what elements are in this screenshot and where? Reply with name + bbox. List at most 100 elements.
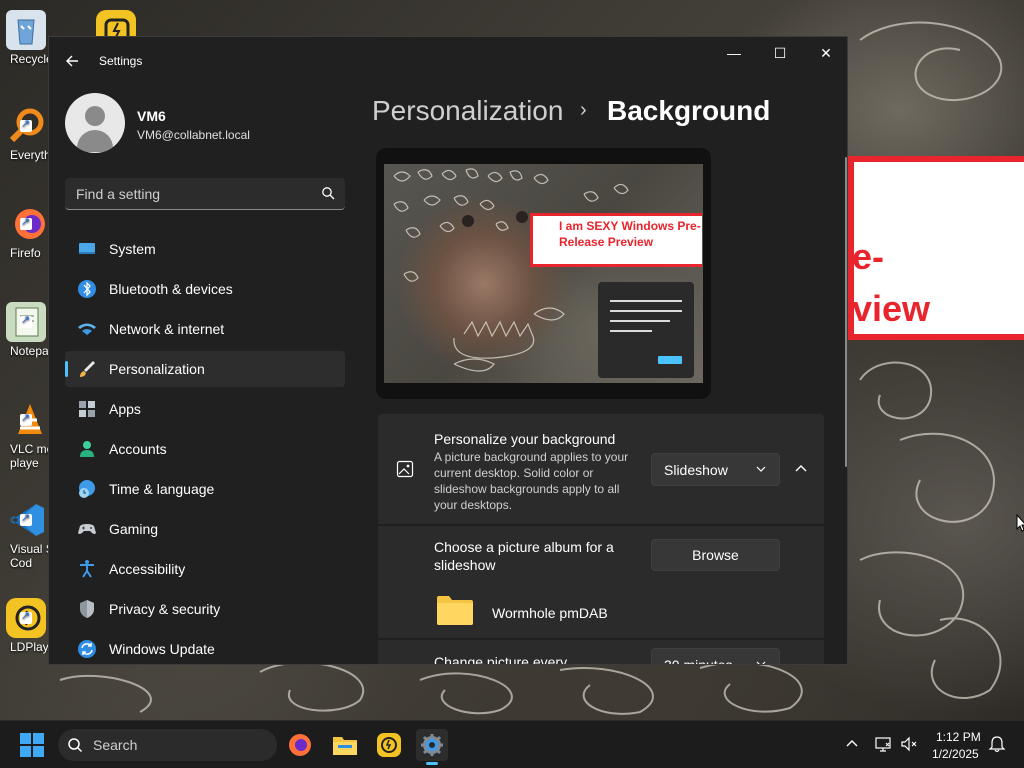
nav-item-time-language[interactable]: Time & language	[65, 471, 345, 507]
preview-banner: I am SEXY Windows Pre-Release Preview	[530, 213, 702, 267]
title-bar[interactable]: Settings — ☐ ✕	[49, 37, 847, 85]
settings-nav: System Bluetooth & devices Network & int…	[65, 231, 345, 664]
system-icon	[79, 243, 95, 254]
firefox-icon	[6, 204, 46, 244]
avatar-head-shape	[85, 106, 105, 126]
network-icon	[78, 323, 96, 335]
breadcrumb-separator: ›	[580, 99, 587, 121]
windows-start-icon[interactable]	[20, 733, 44, 757]
notepad-icon	[6, 302, 46, 342]
chevron-up-icon[interactable]	[794, 462, 808, 476]
privacy-shield-icon	[80, 600, 94, 618]
user-email: VM6@collabnet.local	[137, 128, 250, 142]
picture-icon	[396, 460, 414, 478]
maximize-button[interactable]: ☐	[757, 37, 803, 69]
nav-item-accessibility[interactable]: Accessibility	[65, 551, 345, 587]
avatar-body-shape	[77, 130, 113, 152]
album-folder-name[interactable]: Wormhole pmDAB	[492, 605, 608, 621]
recycle-bin-icon	[6, 10, 46, 50]
browse-button[interactable]: Browse	[651, 539, 780, 571]
window-title: Settings	[99, 54, 143, 68]
firefox-icon	[289, 734, 311, 756]
wallpaper-banner-line1: e-	[852, 236, 885, 277]
background-type-dropdown[interactable]: Slideshow	[651, 453, 780, 486]
nav-item-label: Time & language	[109, 481, 215, 497]
chevron-down-icon	[756, 661, 766, 664]
nav-item-windows-update[interactable]: Windows Update	[65, 631, 345, 664]
nav-item-label: Network & internet	[109, 321, 225, 337]
nav-item-label: Apps	[109, 401, 141, 417]
desktop-icon-vlc[interactable]: VLC me playe	[2, 400, 50, 470]
slideshow-interval-value: 30 minutes	[664, 657, 733, 665]
volume-muted-icon[interactable]	[900, 735, 918, 753]
desktop-icon-label: Recycle	[10, 52, 50, 66]
find-setting-input[interactable]	[65, 178, 315, 209]
nav-item-label: Accounts	[109, 441, 167, 457]
show-hidden-icons-chevron-icon[interactable]	[844, 736, 860, 752]
everything-search-icon	[6, 106, 46, 146]
mouse-cursor-icon	[1016, 514, 1024, 532]
time-language-icon	[79, 480, 95, 498]
nav-item-apps[interactable]: Apps	[65, 391, 345, 427]
personalize-background-description: A picture background applies to your cur…	[434, 450, 629, 512]
back-button[interactable]	[63, 51, 83, 71]
user-avatar[interactable]	[65, 93, 125, 153]
taskbar: Search 1:12 PM 1/2/2025	[0, 720, 1024, 768]
close-button[interactable]: ✕	[803, 37, 847, 69]
nav-item-network[interactable]: Network & internet	[65, 311, 345, 347]
clock-date[interactable]: 1/2/2025	[932, 747, 979, 761]
desktop-icon-everything[interactable]: Everyth	[2, 106, 50, 162]
gaming-icon	[78, 524, 96, 534]
desktop-icon-recycle-bin[interactable]: Recycle	[2, 10, 50, 66]
desktop-icon-label-line2: playe	[10, 456, 39, 470]
folder-icon	[437, 596, 473, 625]
file-explorer-icon	[333, 737, 357, 755]
background-settings-card: Personalize your background A picture ba…	[378, 414, 824, 665]
slideshow-interval-title: Change picture every	[434, 654, 568, 665]
nav-item-privacy-security[interactable]: Privacy & security	[65, 591, 345, 627]
content-scrollbar[interactable]	[845, 157, 847, 467]
desktop-icon-label: Notepa	[10, 344, 49, 358]
network-status-icon[interactable]	[874, 735, 892, 753]
taskbar-file-explorer[interactable]	[329, 729, 361, 761]
personalize-background-row[interactable]: Personalize your background A picture ba…	[378, 414, 824, 524]
page-title: Background	[607, 95, 771, 126]
nav-item-label: Accessibility	[109, 561, 186, 577]
desktop-icon-firefox[interactable]: Firefo	[2, 204, 50, 260]
taskbar-ldplayer[interactable]	[373, 729, 405, 761]
nav-item-system[interactable]: System	[65, 231, 345, 267]
taskbar-search[interactable]: Search	[58, 729, 277, 761]
notification-bell-icon[interactable]	[988, 735, 1006, 753]
accessibility-icon	[80, 560, 94, 578]
find-setting-search[interactable]	[65, 178, 345, 210]
desktop-icon-label: Everyth	[10, 148, 50, 162]
nav-item-personalization[interactable]: Personalization	[65, 351, 345, 387]
nav-item-accounts[interactable]: Accounts	[65, 431, 345, 467]
background-preview: I am SEXY Windows Pre-Release Preview	[376, 148, 711, 399]
taskbar-settings[interactable]	[416, 729, 448, 765]
breadcrumb-parent[interactable]: Personalization	[372, 95, 563, 127]
vscode-icon	[6, 500, 46, 540]
desktop-icon-label: Visual St	[10, 542, 50, 556]
slideshow-interval-dropdown[interactable]: 30 minutes	[651, 648, 780, 665]
nav-item-label: Bluetooth & devices	[109, 281, 233, 297]
desktop-icon-notepad[interactable]: Notepa	[2, 302, 50, 358]
taskbar-firefox[interactable]	[284, 729, 316, 761]
nav-item-bluetooth[interactable]: Bluetooth & devices	[65, 271, 345, 307]
clock-time[interactable]: 1:12 PM	[936, 730, 981, 744]
search-icon[interactable]	[321, 186, 335, 200]
settings-window: Settings — ☐ ✕ VM6 VM6@collabnet.local S…	[48, 36, 848, 665]
taskbar-search-label: Search	[93, 737, 138, 753]
nav-item-gaming[interactable]: Gaming	[65, 511, 345, 547]
settings-gear-icon	[421, 734, 443, 756]
ldplayer-icon	[6, 598, 46, 638]
desktop-icon-ldplayer[interactable]: LDPlay	[2, 598, 50, 654]
desktop-icon-label: LDPlay	[10, 640, 49, 654]
vlc-icon	[6, 400, 46, 440]
wallpaper-banner-line2: view	[852, 288, 931, 329]
desktop-icon-vscode[interactable]: Visual St Cod	[2, 500, 50, 570]
minimize-button[interactable]: —	[711, 37, 757, 69]
slideshow-interval-row: Change picture every 30 minutes	[378, 640, 824, 665]
picture-album-row: Choose a picture album for a slideshow B…	[378, 526, 824, 638]
desktop-icon-label: VLC me	[10, 442, 50, 456]
